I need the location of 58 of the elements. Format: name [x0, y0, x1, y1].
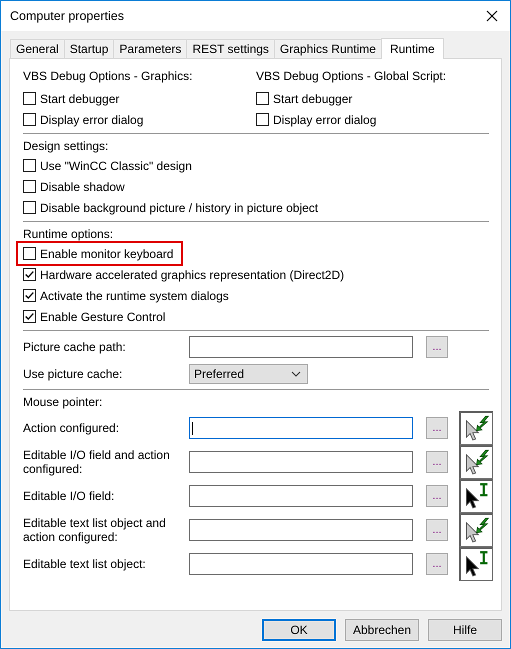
checkbox-label[interactable]: Display error dialog: [273, 112, 376, 126]
checkbox-label[interactable]: Start debugger: [273, 92, 352, 106]
checkbox-label[interactable]: Start debugger: [40, 92, 120, 106]
input-field[interactable]: [189, 336, 413, 358]
checkbox[interactable]: [23, 159, 36, 172]
close-icon[interactable]: [486, 10, 498, 22]
dropdown[interactable]: Preferred: [189, 364, 308, 384]
section-heading: Mouse pointer:: [23, 394, 104, 410]
field-label: Editable I/O field:: [23, 489, 116, 503]
checkbox[interactable]: [23, 201, 36, 214]
input-field[interactable]: [189, 553, 413, 575]
browse-button[interactable]: ...: [426, 519, 448, 541]
dialog-button[interactable]: OK: [262, 619, 336, 641]
section-heading: Runtime options:: [23, 226, 114, 242]
checkbox-label[interactable]: Disable background picture / history in picture object: [40, 200, 318, 214]
input-field[interactable]: [189, 451, 413, 473]
checkbox[interactable]: [23, 92, 36, 105]
input-field[interactable]: [189, 417, 413, 439]
field-label: Use picture cache:: [23, 367, 124, 381]
tab[interactable]: Runtime: [380, 38, 444, 59]
tab[interactable]: REST settings: [186, 39, 275, 58]
checkbox-label[interactable]: Use "WinCC Classic" design: [40, 158, 192, 172]
checkbox[interactable]: [23, 289, 36, 302]
field-label: Editable text list object:: [23, 557, 147, 571]
section-heading: VBS Debug Options - Graphics:: [23, 68, 194, 84]
browse-button[interactable]: ...: [426, 336, 448, 358]
checkbox[interactable]: [256, 113, 269, 126]
browse-button[interactable]: ...: [426, 553, 448, 575]
browse-button[interactable]: ...: [426, 417, 448, 439]
field-label: Editable I/O field and action configured:: [23, 448, 171, 476]
checkbox-label[interactable]: Enable monitor keyboard: [40, 246, 174, 260]
checkbox[interactable]: [23, 268, 36, 281]
checkbox[interactable]: [23, 113, 36, 126]
checkbox-label[interactable]: Display error dialog: [40, 112, 144, 126]
input-field[interactable]: [189, 485, 413, 507]
browse-button[interactable]: ...: [426, 451, 448, 473]
section-heading: VBS Debug Options - Global Script:: [256, 68, 448, 84]
checkbox[interactable]: [23, 247, 36, 260]
checkbox-label[interactable]: Enable Gesture Control: [40, 310, 166, 324]
field-label: Editable text list object and action configured:: [23, 516, 167, 544]
tab[interactable]: General: [10, 39, 65, 58]
section-heading: Design settings:: [23, 138, 110, 154]
tab[interactable]: Startup: [64, 39, 114, 58]
checkbox-label[interactable]: Disable shadow: [40, 180, 125, 194]
chevron-down-icon: [291, 371, 301, 377]
field-label: Action configured:: [23, 421, 120, 435]
field-label: Picture cache path:: [23, 340, 127, 354]
tab[interactable]: Graphics Runtime: [274, 39, 382, 58]
checkbox[interactable]: [23, 310, 36, 323]
browse-button[interactable]: ...: [426, 485, 448, 507]
input-field[interactable]: [189, 519, 413, 541]
checkbox[interactable]: [23, 180, 36, 193]
checkbox-label[interactable]: Activate the runtime system dialogs: [40, 288, 229, 302]
checkbox[interactable]: [256, 92, 269, 105]
dialog-button[interactable]: Abbrechen: [345, 619, 419, 641]
dialog-button[interactable]: Hilfe: [428, 619, 502, 641]
checkbox-label[interactable]: Hardware accelerated graphics representation (Direct2D): [40, 268, 344, 282]
window-title: Computer properties: [10, 9, 124, 23]
